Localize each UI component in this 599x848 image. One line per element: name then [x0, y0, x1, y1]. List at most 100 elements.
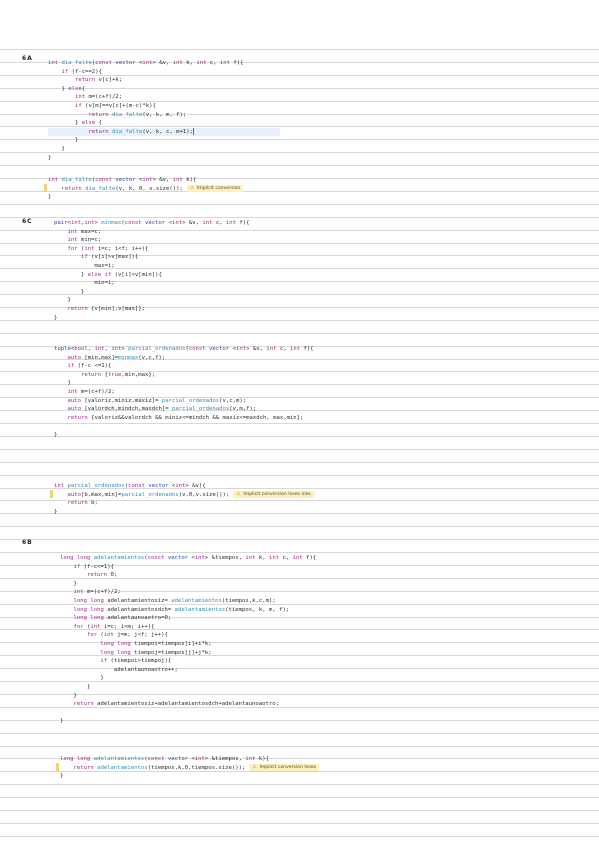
- ruled-line: [0, 539, 599, 540]
- code-line: return 0;: [86, 572, 118, 579]
- code-line: min=i;: [94, 280, 115, 287]
- ruled-line: [0, 449, 599, 450]
- code-line: int min=c;: [67, 237, 102, 244]
- code-line: long long adelantamientos(const vector <…: [60, 555, 317, 561]
- ruled-line: [0, 49, 599, 50]
- code-line: auto[b,max,min]=parcial_ordenados(v,0,v.…: [54, 490, 315, 500]
- code-line: auto [valoriz,miniz,maxiz]= parcial_orde…: [67, 397, 247, 404]
- code-line: }: [60, 580, 77, 587]
- ruled-line: [0, 836, 599, 837]
- ruled-line: [0, 204, 599, 205]
- code-line: long long adelantamientos(const vector <…: [60, 756, 269, 762]
- code-line: return b;: [67, 500, 98, 507]
- code-line: long long tiempoi=tiempos[i]+i*k;: [100, 640, 212, 647]
- code-line: } else{: [48, 85, 86, 92]
- code-block-parcial-ordenados-wrapper: int parcial_ordenados(const vector <int>…: [54, 482, 315, 516]
- ruled-line: [0, 165, 599, 166]
- ruled-line: [0, 462, 599, 463]
- code-line: tuple<bool, int, int> parcial_ordenados(…: [54, 346, 314, 352]
- code-line: return dia_falte(v, k, m, f);: [88, 111, 187, 118]
- ruled-line: [0, 526, 599, 527]
- section-label-6b: 6B: [22, 539, 33, 546]
- text-cursor: [192, 127, 194, 135]
- code-line: auto [valordch,mindch,maxdch]= parcial_o…: [67, 406, 257, 413]
- code-block-dia-falte: int dia_falte(const vector <int> &v, int…: [48, 59, 280, 162]
- code-block-minmax: pair<int,int> minmax(const vector <int> …: [54, 219, 250, 322]
- warning-gutter-marker: [50, 490, 53, 498]
- code-line: }: [60, 683, 91, 690]
- code-line: int dia_falte(const vector <int> &v, int…: [48, 177, 197, 183]
- code-line: int m=(c+f)/2;: [67, 388, 115, 395]
- ruled-line: [0, 475, 599, 476]
- code-line: return adelantamientos(tiempos,k,0,tiemp…: [60, 763, 320, 773]
- warning-gutter-marker: [44, 184, 47, 192]
- code-block-dia-falte-wrapper: int dia_falte(const vector <int> &v, int…: [48, 176, 244, 202]
- ruled-line: [0, 784, 599, 785]
- code-line: long long adelantaunoaotro=0;: [73, 615, 172, 622]
- ruled-line: [0, 797, 599, 798]
- code-line: }: [54, 508, 58, 515]
- warning-badge[interactable]: ⚠ Implicit conversion loses: [249, 763, 320, 771]
- code-line: long long tiempoj=tiempos[j]+j*k;: [100, 649, 212, 656]
- code-line: long long adelantamientosiz= adelantamie…: [73, 597, 276, 604]
- code-line: return {valoriz&&valordch && miniz<=mind…: [67, 414, 304, 421]
- code-line: int max=c;: [67, 228, 102, 235]
- code-line: max=i;: [94, 262, 115, 269]
- code-line: int parcial_ordenados(const vector <int>…: [54, 483, 206, 489]
- warning-text: Implicit conversion: [196, 185, 241, 191]
- code-line: }: [54, 314, 58, 321]
- code-line: if (v[i]>v[max]){: [80, 254, 139, 261]
- code-line: }: [54, 297, 71, 304]
- ruled-line: [0, 552, 599, 553]
- code-line: }: [48, 194, 52, 201]
- ruled-line: [0, 746, 599, 747]
- ruled-line: [0, 823, 599, 824]
- code-line: long long adelantamientosdch= adelantami…: [73, 606, 290, 613]
- code-line: }: [48, 145, 65, 152]
- code-line: } else {: [48, 120, 102, 127]
- code-line: int dia_falte(const vector <int> &v, int…: [48, 60, 244, 66]
- ruled-line: [0, 810, 599, 811]
- warning-icon: ⚠: [236, 491, 241, 497]
- ruled-line: [0, 217, 599, 218]
- section-label-6c: 6C: [22, 218, 33, 225]
- code-line: return {v[min],v[max]};: [67, 305, 146, 312]
- code-line: return v[c]+k;: [74, 77, 123, 84]
- code-line: auto [min,max]=minmax(v,c,f);: [67, 354, 166, 361]
- ruled-line: [0, 333, 599, 334]
- code-line: pair<int,int> minmax(const vector <int> …: [54, 220, 250, 226]
- warning-badge[interactable]: ⚠ Implicit conversion loses inte.: [233, 490, 315, 498]
- code-line: return {true,min,max};: [80, 371, 156, 378]
- code-line: if (f-c <=1){: [67, 363, 112, 370]
- code-line: int m=(c+f)/2;: [73, 589, 121, 596]
- code-line: for (int j=m; j<f; j++){: [86, 632, 168, 639]
- code-line: if (v[m]==v[c]+(m-c)*k){: [74, 102, 156, 109]
- code-line: for (int i=c; i<f; i++){: [67, 245, 149, 252]
- warning-text: Implicit conversion loses: [259, 764, 317, 770]
- code-line: }: [60, 675, 104, 682]
- code-line: }: [54, 380, 71, 387]
- code-line: }: [60, 718, 64, 725]
- code-line: }: [54, 288, 85, 295]
- code-line: if (f-c==2){: [61, 68, 102, 75]
- code-line: return adelantamientosiz+adelantamientos…: [73, 701, 279, 708]
- code-line: }: [48, 154, 52, 161]
- code-line: return dia_falte(v, k, 0, v.size()); ⚠ Imp…: [48, 184, 244, 194]
- warning-icon: ⚠: [189, 185, 194, 191]
- code-block-adelantamientos: long long adelantamientos(const vector <…: [60, 554, 316, 726]
- ruled-line: [0, 733, 599, 734]
- code-block-adelantamientos-wrapper: long long adelantamientos(const vector <…: [60, 755, 320, 781]
- code-line: for (int i=c; i<m; i++){: [73, 623, 155, 630]
- warning-gutter-marker: [56, 763, 59, 771]
- section-label-6a: 6A: [22, 55, 33, 62]
- code-line: } else if (v[i]<v[min]){: [54, 271, 162, 278]
- warning-icon: ⚠: [252, 764, 257, 770]
- code-block-parcial-ordenados: tuple<bool, int, int> parcial_ordenados(…: [54, 345, 314, 440]
- code-line: }: [48, 137, 79, 144]
- warning-badge[interactable]: ⚠ Implicit conversion: [186, 184, 244, 192]
- code-line: if (f-c<=1){: [73, 563, 114, 570]
- code-line: if (tiempoi>tiempoj){: [100, 658, 172, 665]
- warning-text: Implicit conversion loses inte.: [243, 491, 312, 497]
